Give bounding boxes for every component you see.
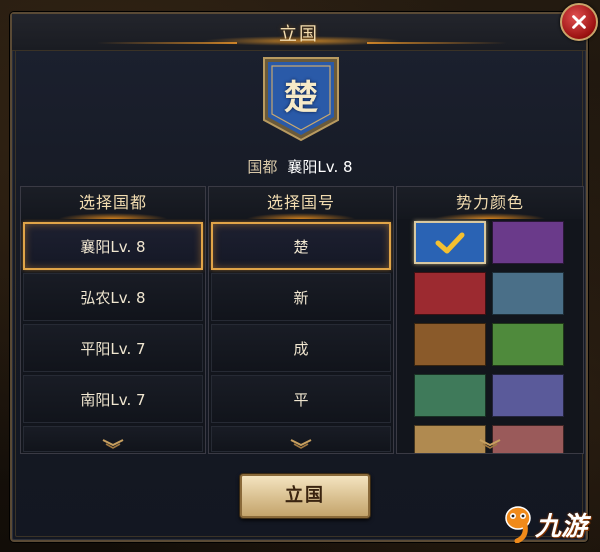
watermark-text: 九游: [535, 511, 588, 542]
color-swatch[interactable]: [492, 323, 564, 366]
color-swatch[interactable]: [492, 272, 564, 315]
color-column-header: 势力颜色: [397, 187, 583, 219]
found-nation-button[interactable]: 立国: [240, 474, 370, 518]
color-swatch[interactable]: [414, 221, 486, 264]
nation-banner: 楚: [262, 56, 340, 142]
nation-name-option[interactable]: 楚: [211, 222, 391, 270]
watermark-logo-icon: [505, 506, 531, 543]
chevron-down-icon: [290, 439, 312, 449]
nation-name-column: 选择国号 楚 新 成 平: [208, 186, 394, 454]
capital-column-header: 选择国都: [21, 187, 205, 219]
chevron-down-icon: [479, 439, 501, 449]
capital-option[interactable]: 平阳Lv. 7: [23, 324, 203, 372]
banner-char: 楚: [284, 78, 318, 118]
nation-name-label: 新: [293, 288, 309, 307]
close-icon: [572, 15, 586, 29]
color-swatch[interactable]: [414, 323, 486, 366]
capital-option-label: 弘农Lv. 8: [80, 288, 146, 307]
capital-select-column: 选择国都 襄阳Lv. 8 弘农Lv. 8 平阳Lv. 7 南阳Lv. 7: [20, 186, 206, 454]
faction-color-column: 势力颜色: [396, 186, 584, 454]
capital-option[interactable]: 弘农Lv. 8: [23, 273, 203, 321]
capital-info: 国都 襄阳Lv. 8: [0, 156, 600, 177]
capital-value: 襄阳Lv. 8: [287, 158, 353, 176]
capital-option-label: 平阳Lv. 7: [80, 339, 146, 358]
title-bar: 立国: [12, 14, 586, 51]
name-column-header: 选择国号: [209, 187, 393, 219]
capital-option-label: 南阳Lv. 7: [80, 390, 146, 409]
nation-name-label: 楚: [293, 237, 309, 256]
dialog-title: 立国: [279, 24, 319, 45]
color-scroll-more[interactable]: [396, 436, 584, 452]
capital-label: 国都: [247, 158, 278, 176]
nation-name-option[interactable]: 平: [211, 375, 391, 423]
nation-name-label: 平: [293, 390, 309, 409]
nation-name-option[interactable]: 新: [211, 273, 391, 321]
nation-name-label: 成: [293, 339, 309, 358]
capital-scroll-more[interactable]: [20, 436, 206, 452]
color-swatch[interactable]: [492, 374, 564, 417]
check-icon: [435, 232, 465, 253]
color-swatch[interactable]: [414, 272, 486, 315]
name-scroll-more[interactable]: [208, 436, 394, 452]
capital-option[interactable]: 南阳Lv. 7: [23, 375, 203, 423]
watermark: 九游: [503, 502, 595, 546]
capital-option[interactable]: 襄阳Lv. 8: [23, 222, 203, 270]
capital-option-label: 襄阳Lv. 8: [80, 237, 146, 256]
color-swatch[interactable]: [414, 374, 486, 417]
chevron-down-icon: [102, 439, 124, 449]
nation-name-option[interactable]: 成: [211, 324, 391, 372]
color-swatch[interactable]: [492, 221, 564, 264]
close-button[interactable]: [560, 3, 598, 41]
